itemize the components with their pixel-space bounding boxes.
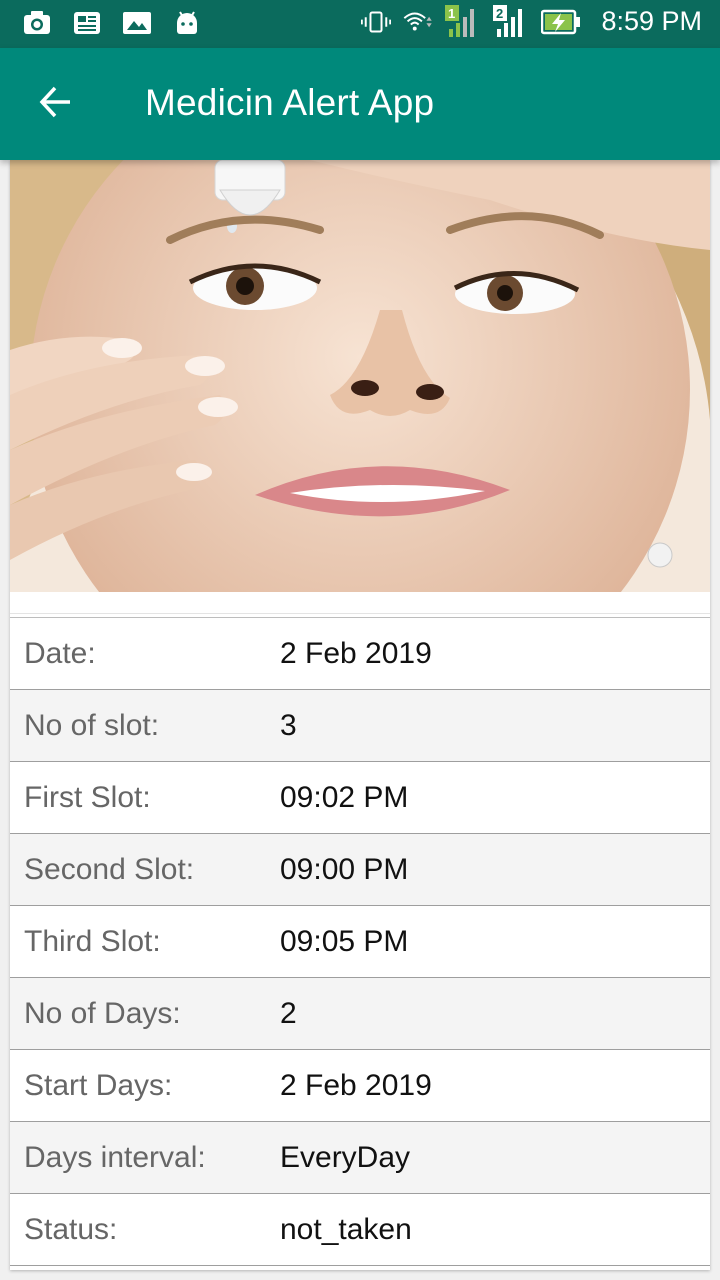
status-bar: 1 2 8:59 PM — [0, 0, 720, 48]
vibrate-icon — [361, 7, 392, 37]
detail-label: Start Days: — [24, 1068, 173, 1102]
app-bar: Medicin Alert App — [0, 48, 720, 160]
detail-row-status: Status: not_taken — [10, 1194, 710, 1266]
sim1-label: 1 — [448, 6, 455, 21]
detail-value: 09:00 PM — [280, 852, 409, 886]
news-icon — [72, 8, 102, 38]
detail-label: No of slot: — [24, 708, 160, 742]
page-title: Medicin Alert App — [145, 82, 435, 123]
detail-label: Second Slot: — [24, 852, 195, 886]
detail-row-no-of-days: No of Days: 2 — [10, 978, 710, 1050]
detail-row-no-of-slot: No of slot: 3 — [10, 690, 710, 762]
detail-value: 2 Feb 2019 — [280, 1068, 432, 1102]
sim2-label: 2 — [496, 6, 503, 21]
detail-value: 2 Feb 2019 — [280, 636, 432, 670]
content-area: Date: 2 Feb 2019 No of slot: 3 First Slo… — [0, 160, 720, 1280]
detail-label: Date: — [24, 636, 96, 670]
detail-row-date: Date: 2 Feb 2019 — [10, 618, 710, 690]
detail-row-days-interval: Days interval: EveryDay — [10, 1122, 710, 1194]
arrow-back-icon — [38, 84, 74, 124]
detail-label: Days interval: — [24, 1140, 206, 1174]
system-icons: 1 2 8:59 PM — [361, 4, 702, 37]
detail-value: 09:05 PM — [280, 924, 409, 958]
medicine-detail-card: Date: 2 Feb 2019 No of slot: 3 First Slo… — [10, 160, 710, 1270]
medicine-details-table: Date: 2 Feb 2019 No of slot: 3 First Slo… — [10, 617, 710, 1266]
detail-value: 3 — [280, 708, 297, 742]
detail-row-first-slot: First Slot: 09:02 PM — [10, 762, 710, 834]
signal-sim1-icon: 1 — [445, 4, 481, 37]
battery-charging-icon — [541, 7, 581, 37]
detail-value: 09:02 PM — [280, 780, 409, 814]
wifi-icon — [403, 7, 433, 37]
detail-label: No of Days: — [24, 996, 181, 1030]
detail-label: Third Slot: — [24, 924, 161, 958]
detail-value: EveryDay — [280, 1140, 411, 1174]
back-button[interactable] — [28, 76, 84, 132]
eye-drops-photo — [10, 160, 710, 592]
android-icon — [172, 8, 202, 38]
detail-row-start-days: Start Days: 2 Feb 2019 — [10, 1050, 710, 1122]
detail-row-third-slot: Third Slot: 09:05 PM — [10, 906, 710, 978]
camera-icon — [22, 8, 52, 38]
signal-sim2-icon: 2 — [493, 4, 529, 37]
detail-row-second-slot: Second Slot: 09:00 PM — [10, 834, 710, 906]
detail-label: Status: — [24, 1212, 118, 1246]
image-divider — [10, 592, 710, 614]
clock: 8:59 PM — [601, 6, 702, 36]
detail-value: 2 — [280, 996, 297, 1030]
notification-icons — [22, 8, 202, 38]
image-icon — [122, 8, 152, 38]
detail-value: not_taken — [280, 1212, 412, 1246]
detail-label: First Slot: — [24, 780, 151, 814]
